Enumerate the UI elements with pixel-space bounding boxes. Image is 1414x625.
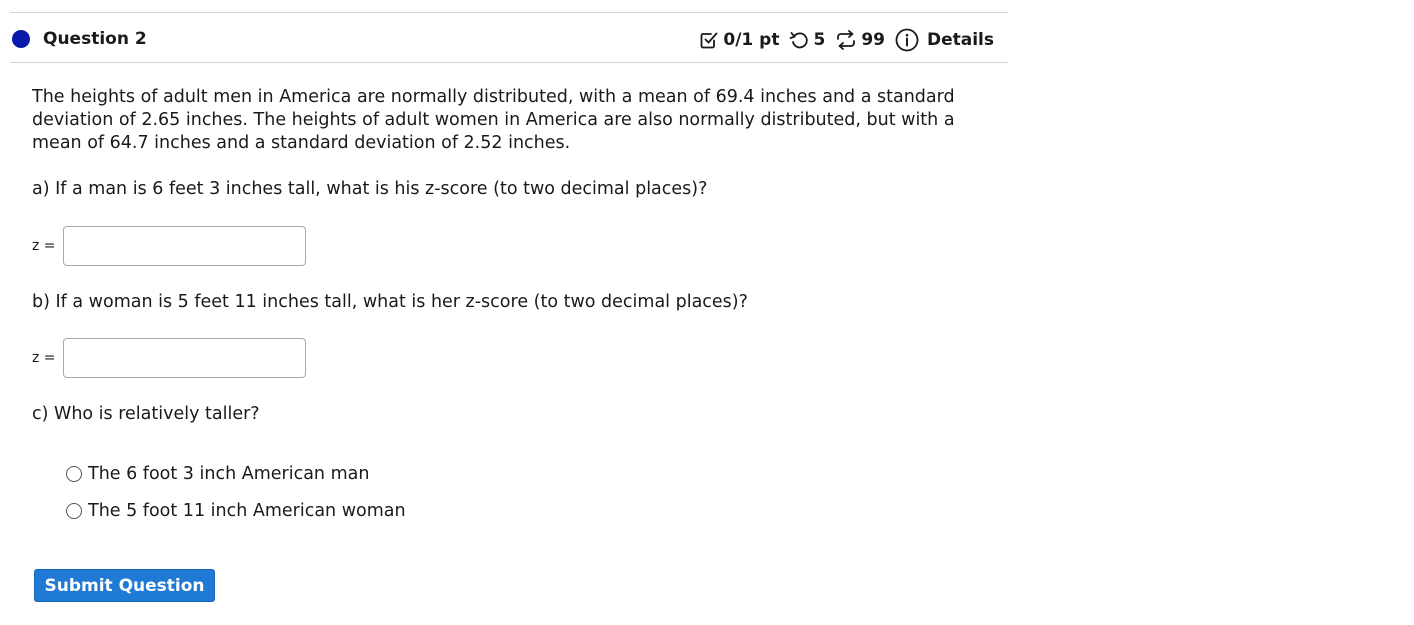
question-meta: 0/1 pt 5 99 Details — [699, 27, 994, 53]
details-label[interactable]: Details — [927, 30, 994, 50]
submit-question-button[interactable]: Submit Question — [34, 569, 215, 602]
option-woman[interactable]: The 5 foot 11 inch American woman — [66, 500, 406, 522]
checkbox-icon — [699, 30, 719, 50]
retries-count: 5 — [813, 30, 826, 50]
z-label-a: z = — [32, 238, 56, 254]
question-container: Question 2 0/1 pt 5 99 Details The heigh… — [10, 12, 1008, 612]
radio-button[interactable] — [66, 466, 82, 482]
attempts-count: 99 — [861, 30, 885, 50]
score-group: 0/1 pt — [699, 30, 779, 50]
part-a-prompt: a) If a man is 6 feet 3 inches tall, wha… — [32, 179, 708, 199]
question-header: Question 2 0/1 pt 5 99 Details — [10, 12, 1008, 63]
part-c-prompt: c) Who is relatively taller? — [32, 404, 260, 424]
option-label[interactable]: The 5 foot 11 inch American woman — [88, 500, 406, 522]
part-b-prompt: b) If a woman is 5 feet 11 inches tall, … — [32, 292, 748, 312]
z-label-b: z = — [32, 350, 56, 366]
question-title: Question 2 — [43, 29, 147, 49]
attempts-group: 99 — [835, 30, 885, 50]
score-text: 0/1 pt — [723, 30, 780, 50]
retries-group: 5 — [789, 30, 825, 50]
z-score-input-b[interactable] — [63, 338, 306, 378]
radio-button[interactable] — [66, 503, 82, 519]
status-dot-icon — [12, 30, 30, 48]
option-label[interactable]: The 6 foot 3 inch American man — [88, 463, 369, 485]
info-icon[interactable] — [895, 28, 919, 52]
question-intro: The heights of adult men in America are … — [32, 87, 955, 153]
details-link[interactable]: Details — [895, 28, 994, 52]
option-man[interactable]: The 6 foot 3 inch American man — [66, 463, 369, 485]
z-score-input-a[interactable] — [63, 226, 306, 266]
attempts-icon — [835, 30, 857, 50]
retry-icon — [789, 30, 809, 50]
